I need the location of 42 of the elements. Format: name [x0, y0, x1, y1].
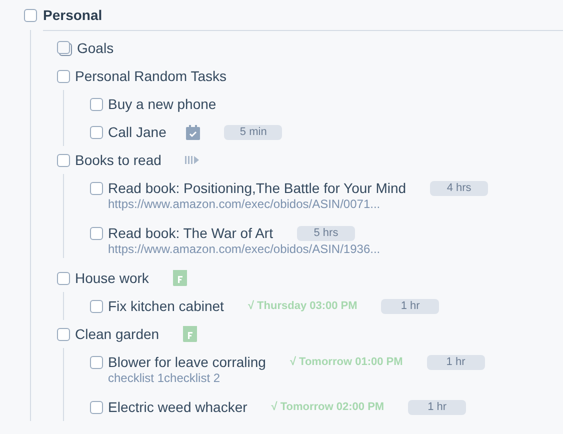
- checkbox[interactable]: [90, 400, 103, 414]
- calendar-check-icon: [186, 124, 200, 140]
- duration-badge: 5 hrs: [296, 226, 355, 240]
- task-note: https://www.amazon.com/exec/obidos/ASIN/0071...: [108, 196, 382, 213]
- checkbox[interactable]: [24, 8, 37, 22]
- checkbox[interactable]: [57, 154, 70, 166]
- task-note: https://www.amazon.com/exec/obidos/ASIN/1936...: [108, 241, 382, 258]
- duration-badge: 1 hr: [426, 354, 485, 370]
- task-title[interactable]: Personal Random Tasks: [75, 66, 226, 86]
- task-title[interactable]: Fix kitchen cabinet: [108, 296, 224, 316]
- checkbox[interactable]: [90, 182, 103, 194]
- due-date: √ Tomorrow 01:00 PM: [290, 354, 403, 370]
- task-title[interactable]: Read book: Positioning,The Battle for Your Mind: [108, 178, 406, 198]
- duration-badge: 1 hr: [408, 400, 466, 414]
- stacked-checkbox[interactable]: [57, 40, 72, 56]
- duration-badge: 1 hr: [381, 298, 440, 314]
- task-title[interactable]: Blower for leave corraling: [108, 352, 266, 372]
- checkbox[interactable]: [57, 328, 70, 340]
- task-title[interactable]: Read book: The War of Art: [108, 222, 273, 244]
- progress-icon: [185, 155, 200, 165]
- duration-badge: 5 min: [224, 124, 282, 140]
- due-date: √ Thursday 03:00 PM: [248, 298, 358, 314]
- calendar-icon: [183, 326, 198, 342]
- checkbox[interactable]: [90, 126, 103, 138]
- task-title[interactable]: Buy a new phone: [108, 94, 216, 114]
- task-note: checklist 1checklist 2: [108, 370, 222, 387]
- duration-badge: 4 hrs: [430, 180, 488, 196]
- project-title[interactable]: Personal: [43, 4, 102, 26]
- checkbox[interactable]: [90, 226, 103, 240]
- calendar-icon: [172, 270, 187, 286]
- task-title[interactable]: Goals: [77, 38, 114, 58]
- task-title[interactable]: Call Jane: [108, 122, 166, 142]
- task-title[interactable]: Books to read: [75, 150, 162, 170]
- checkbox[interactable]: [90, 98, 103, 110]
- checkbox[interactable]: [57, 70, 70, 82]
- task-title[interactable]: House work: [75, 268, 149, 288]
- due-date: √ Tomorrow 02:00 PM: [271, 400, 384, 415]
- checkbox[interactable]: [57, 272, 70, 284]
- task-title[interactable]: Electric weed whacker: [108, 396, 248, 418]
- checkbox[interactable]: [90, 356, 103, 368]
- task-title[interactable]: Clean garden: [75, 324, 160, 344]
- checkbox[interactable]: [90, 300, 103, 312]
